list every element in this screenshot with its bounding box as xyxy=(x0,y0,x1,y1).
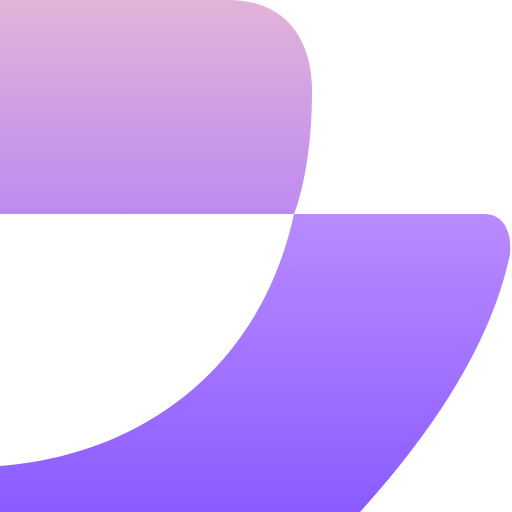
bottom-shape xyxy=(0,214,511,512)
artwork-canvas xyxy=(0,0,512,512)
top-shape xyxy=(0,0,312,214)
logo-mark xyxy=(0,0,511,512)
